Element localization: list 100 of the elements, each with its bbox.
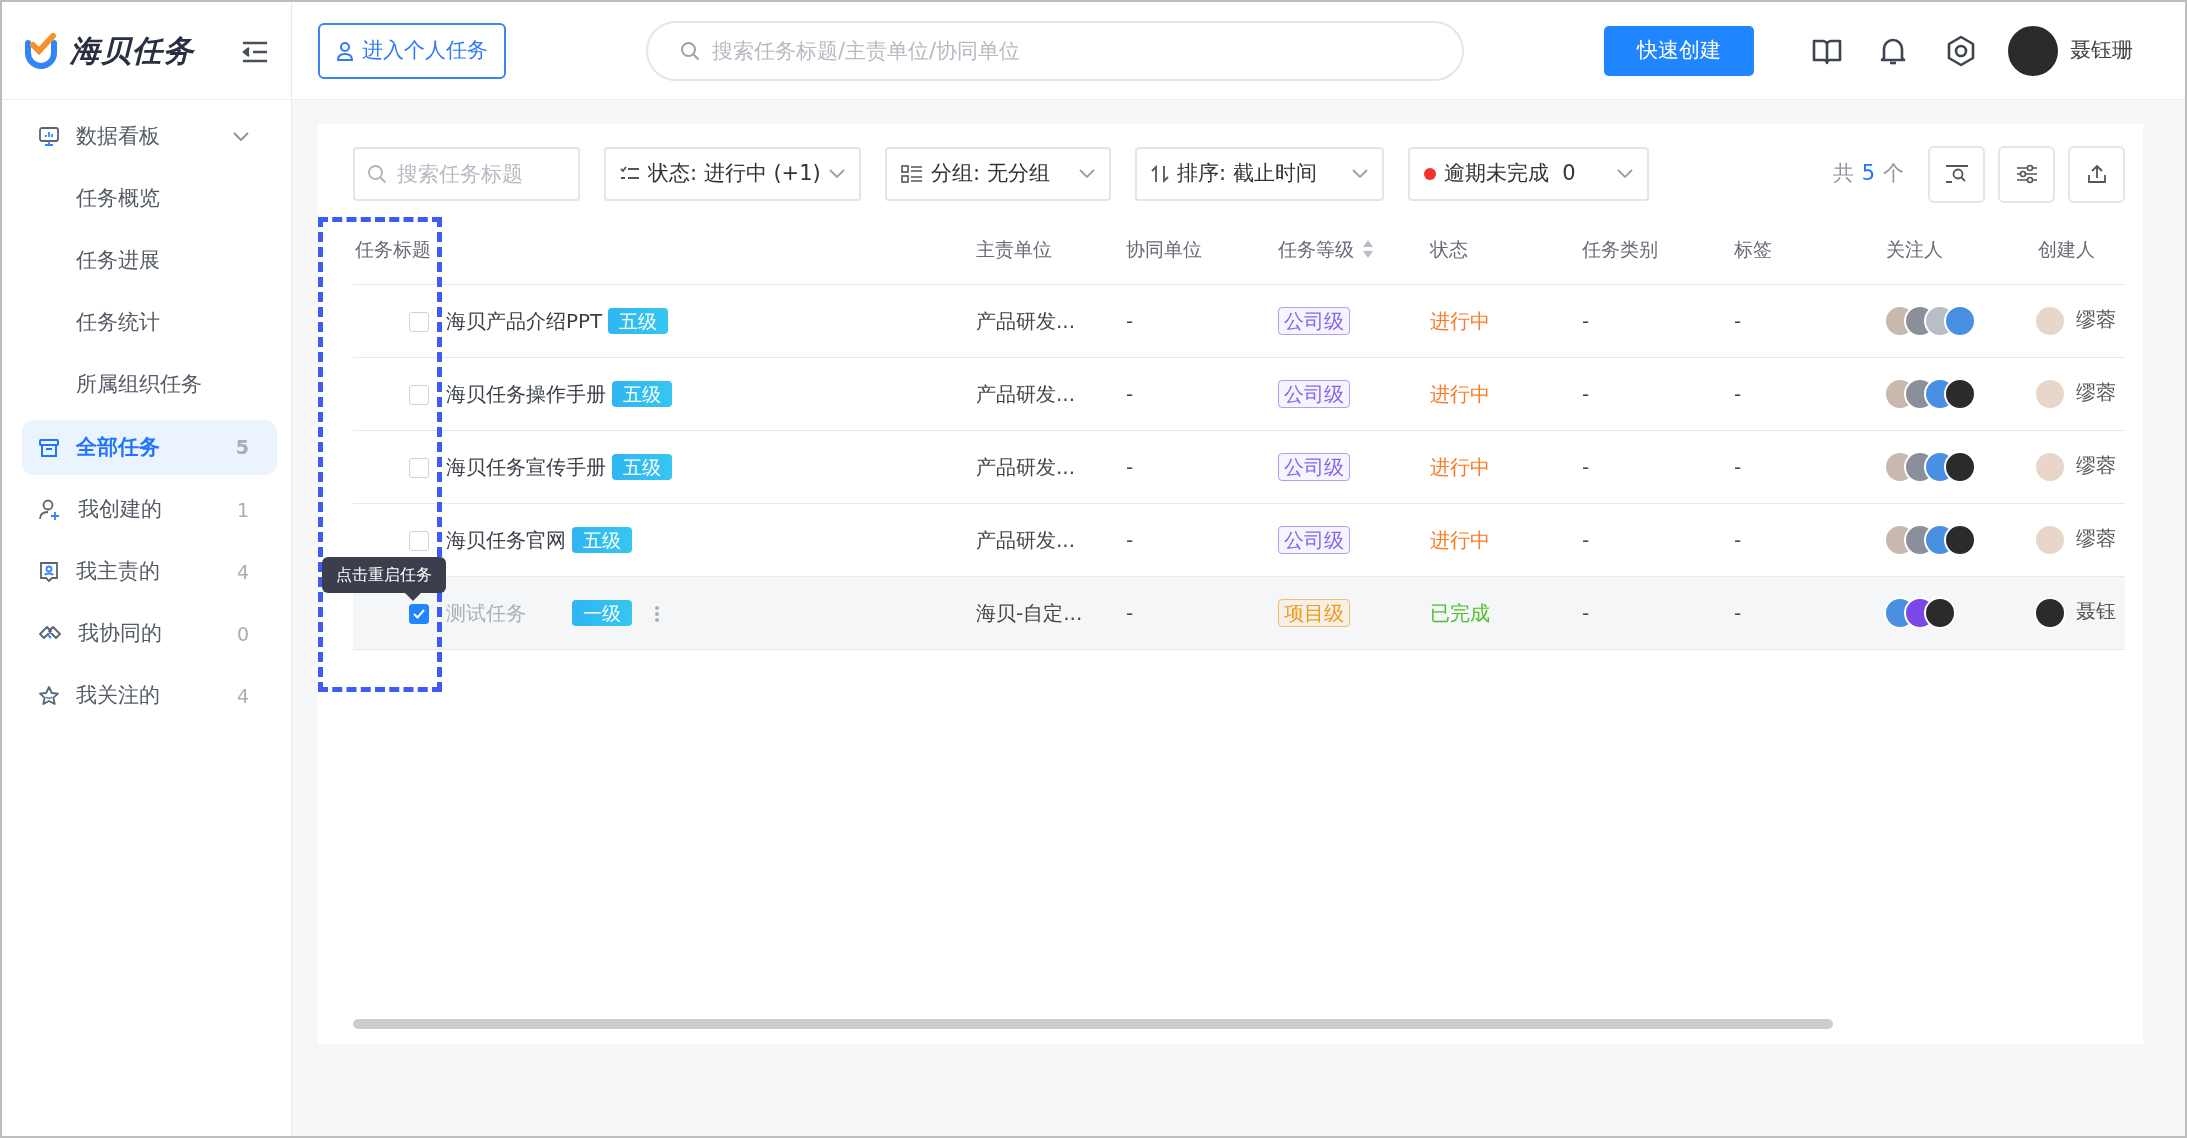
task-title[interactable]: 海贝产品介绍PPT [446, 305, 603, 336]
table-cell: 产品研发... [976, 527, 1076, 552]
column-header: 任务标题 [355, 237, 431, 260]
sidebar-item[interactable]: 我协同的 0 [22, 603, 277, 665]
search-list-icon [1944, 164, 1969, 184]
table-cell: - [1126, 527, 1134, 552]
task-title[interactable]: 海贝任务操作手册 [446, 378, 606, 409]
creator-name: 缪蓉 [2076, 380, 2116, 405]
filter-dropdown[interactable]: 分组: 无分组 [885, 147, 1111, 201]
checkbox[interactable] [409, 604, 429, 624]
user-name[interactable]: 聂钰珊 [2070, 34, 2133, 67]
sidebar-item[interactable]: 我关注的 4 [22, 665, 277, 727]
filter-settings-button[interactable] [1998, 145, 2055, 203]
table-cell: - [1126, 308, 1134, 333]
tooltip-arrow [405, 593, 421, 601]
filter-dropdown[interactable]: 状态: 进行中 (+1) [604, 147, 861, 201]
table-cell: - [1582, 308, 1590, 333]
archive-icon [38, 436, 60, 459]
level-tag: 五级 [612, 453, 672, 480]
creator-name: 缪蓉 [2076, 453, 2116, 478]
table-cell: - [1582, 381, 1590, 406]
menu-icon[interactable] [241, 41, 269, 63]
column-header: 任务类别 [1582, 237, 1658, 260]
task-search-field[interactable]: 搜索任务标题 [353, 147, 580, 201]
status-text: 进行中 [1430, 308, 1490, 333]
creator-name: 缪蓉 [2076, 526, 2116, 551]
creator-name: 缪蓉 [2076, 307, 2116, 332]
book-icon[interactable] [1812, 37, 1842, 66]
export-button[interactable] [2068, 145, 2125, 203]
column-header: 状态 [1430, 237, 1468, 260]
sidebar-item[interactable]: 任务统计 [22, 292, 277, 354]
chevron-icon [1079, 169, 1095, 180]
scrollbar[interactable] [353, 1019, 1833, 1029]
grade-tag: 公司级 [1278, 306, 1350, 335]
personal-tasks-button[interactable]: 进入个人任务 [318, 22, 506, 79]
column-header: 创建人 [2038, 237, 2095, 260]
creator-name: 聂钰 [2076, 599, 2116, 624]
tooltip: 点击重启任务 [322, 557, 446, 593]
column-header: 标签 [1734, 237, 1772, 260]
grade-tag: 公司级 [1278, 452, 1350, 481]
table-row[interactable]: 海贝任务宣传手册 五级 产品研发... - 公司级 进行中 - - 缪蓉 [353, 430, 2125, 503]
sort-icon [1151, 165, 1169, 183]
level-tag: 一级 [572, 599, 632, 626]
total-label: 个 [1883, 160, 1904, 188]
id-card-icon [38, 561, 60, 583]
bell-icon[interactable] [1880, 36, 1906, 67]
chevron-icon [829, 169, 845, 180]
check-icon [413, 609, 425, 619]
group-icon [901, 165, 923, 183]
table-cell: - [1582, 527, 1590, 552]
table-cell: - [1126, 454, 1134, 479]
table-cell: 海贝-自定... [976, 600, 1083, 625]
status-text: 进行中 [1430, 381, 1490, 406]
table-cell: - [1734, 527, 1742, 552]
filter-dropdown[interactable]: 排序: 截止时间 [1135, 147, 1384, 201]
sidebar-item[interactable]: 我创建的 1 [22, 479, 277, 541]
task-title[interactable]: 海贝任务宣传手册 [446, 451, 606, 482]
table-cell: - [1734, 454, 1742, 479]
chevron-icon [233, 132, 249, 142]
task-title[interactable]: 海贝任务官网 [446, 524, 566, 555]
grade-tag: 项目级 [1278, 598, 1350, 627]
column-header: 协同单位 [1126, 237, 1202, 260]
search-field[interactable]: 搜索任务标题/主责单位/协同单位 [646, 20, 1464, 81]
grade-tag: 公司级 [1278, 379, 1350, 408]
upload-icon [2086, 164, 2107, 184]
level-tag: 五级 [612, 380, 672, 407]
sidebar-group[interactable]: 数据看板 [22, 106, 277, 168]
filter-dropdown[interactable]: 逾期未完成 0 [1408, 147, 1649, 201]
table-row[interactable]: 海贝任务操作手册 五级 产品研发... - 公司级 进行中 - - 缪蓉 [353, 357, 2125, 430]
chevron-icon [1617, 169, 1633, 180]
app-title: 海贝任务 [70, 32, 194, 70]
sidebar-item[interactable]: 任务进展 [22, 230, 277, 292]
table-cell: 产品研发... [976, 308, 1076, 333]
quick-create-button[interactable]: 快速创建 [1604, 25, 1754, 76]
monitor-icon [38, 126, 60, 148]
sidebar-item[interactable]: 我主责的 4 [22, 541, 277, 603]
user-icon [336, 40, 354, 61]
table-cell: - [1582, 454, 1590, 479]
settings-icon[interactable] [1946, 34, 1976, 67]
table-cell: - [1582, 600, 1590, 625]
count-label: 5 [235, 435, 249, 461]
column-header: 关注人 [1886, 237, 1943, 260]
sidebar-item[interactable]: 任务概览 [22, 168, 277, 230]
status-text: 进行中 [1430, 454, 1490, 479]
total-count: 5 [1861, 160, 1875, 188]
table-cell: - [1734, 600, 1742, 625]
count-label: 4 [236, 683, 249, 709]
sidebar-item[interactable]: 全部任务 5 [22, 420, 277, 475]
sidebar-item[interactable]: 所属组织任务 [22, 354, 277, 416]
column-header: 主责单位 [976, 237, 1052, 260]
level-tag: 五级 [608, 307, 669, 334]
table-cell: 产品研发... [976, 454, 1076, 479]
count-label: 1 [236, 497, 249, 523]
total-label: 共 [1832, 160, 1854, 188]
column-header: 任务等级 [1278, 237, 1354, 260]
table-row[interactable]: 海贝产品介绍PPT 五级 产品研发... - 公司级 进行中 - - 缪蓉 [353, 284, 2125, 357]
level-tag: 五级 [572, 526, 632, 553]
count-label: 4 [236, 559, 249, 585]
chevron-icon [1352, 169, 1368, 180]
search-list-button[interactable] [1928, 145, 1985, 203]
